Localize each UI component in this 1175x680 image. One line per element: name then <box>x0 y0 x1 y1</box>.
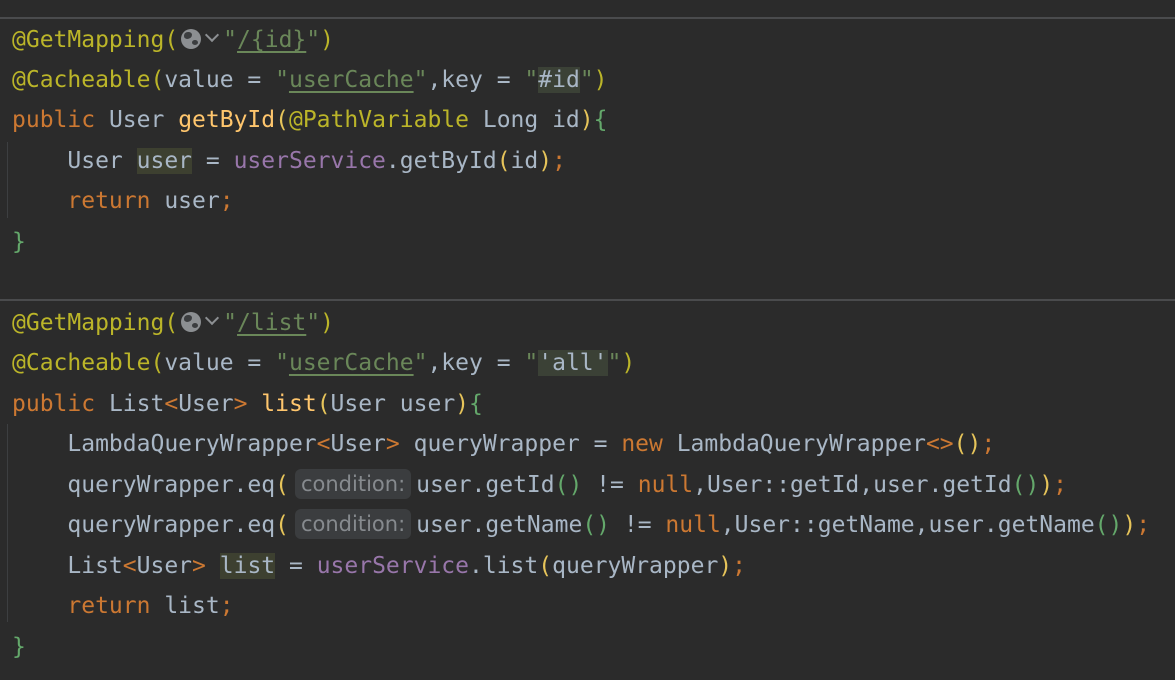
indent-guide <box>7 424 8 622</box>
code-line-16[interactable]: } <box>12 627 26 667</box>
method-separator <box>0 299 1175 301</box>
chevron-down-icon[interactable] <box>205 27 220 42</box>
code-line-9[interactable]: @Cacheable(value = "userCache",key = "'a… <box>12 343 635 383</box>
method-name-getbyid: getById <box>178 107 276 133</box>
mapping-path[interactable]: /list <box>237 310 306 336</box>
variable-user: user <box>136 148 193 174</box>
variable-list: list <box>219 553 276 579</box>
annotation-cacheable: @Cacheable( <box>12 67 165 93</box>
code-line-3[interactable]: public User getById(@PathVariable Long i… <box>12 100 608 140</box>
code-line-11[interactable]: LambdaQueryWrapper<User> queryWrapper = … <box>12 424 995 464</box>
globe-icon[interactable] <box>181 28 202 49</box>
indent-guide <box>7 142 8 218</box>
chevron-down-icon[interactable] <box>205 310 220 325</box>
code-line-14[interactable]: List<User> list = userService.list(query… <box>12 546 746 586</box>
field-userservice: userService <box>233 148 386 174</box>
code-line-10[interactable]: public List<User> list(User user){ <box>12 384 483 424</box>
code-line-4[interactable]: User user = userService.getById(id); <box>12 141 566 181</box>
cache-key-all: 'all' <box>538 350 608 376</box>
code-line-2[interactable]: @Cacheable(value = "userCache",key = "#i… <box>12 60 608 100</box>
code-editor[interactable]: @GetMapping("/{id}") @Cacheable(value = … <box>0 0 1175 680</box>
code-line-8[interactable]: @GetMapping("/list") <box>12 303 334 343</box>
cache-key-id: id <box>552 67 580 93</box>
code-line-13[interactable]: queryWrapper.eq(condition: user.getName()… <box>12 505 1150 545</box>
code-line-12[interactable]: queryWrapper.eq(condition: user.getId() !… <box>12 465 1067 505</box>
field-userservice: userService <box>316 553 470 579</box>
cache-name: userCache <box>288 350 414 376</box>
method-separator <box>0 17 1175 19</box>
annotation-getmapping: @GetMapping( <box>12 27 179 53</box>
code-line-6[interactable]: } <box>12 222 26 262</box>
code-line-15[interactable]: return list; <box>12 586 233 626</box>
code-line-1[interactable]: @GetMapping("/{id}") <box>12 20 334 60</box>
cache-name: userCache <box>288 67 414 93</box>
annotation-getmapping: @GetMapping( <box>12 310 179 336</box>
method-name-list: list <box>261 391 317 417</box>
code-line-5[interactable]: return user; <box>12 181 233 221</box>
annotation-cacheable: @Cacheable( <box>12 350 165 376</box>
parameter-hint: condition: <box>294 508 412 539</box>
globe-icon[interactable] <box>181 311 202 332</box>
parameter-hint: condition: <box>294 468 412 499</box>
mapping-path[interactable]: /{id} <box>237 27 306 53</box>
